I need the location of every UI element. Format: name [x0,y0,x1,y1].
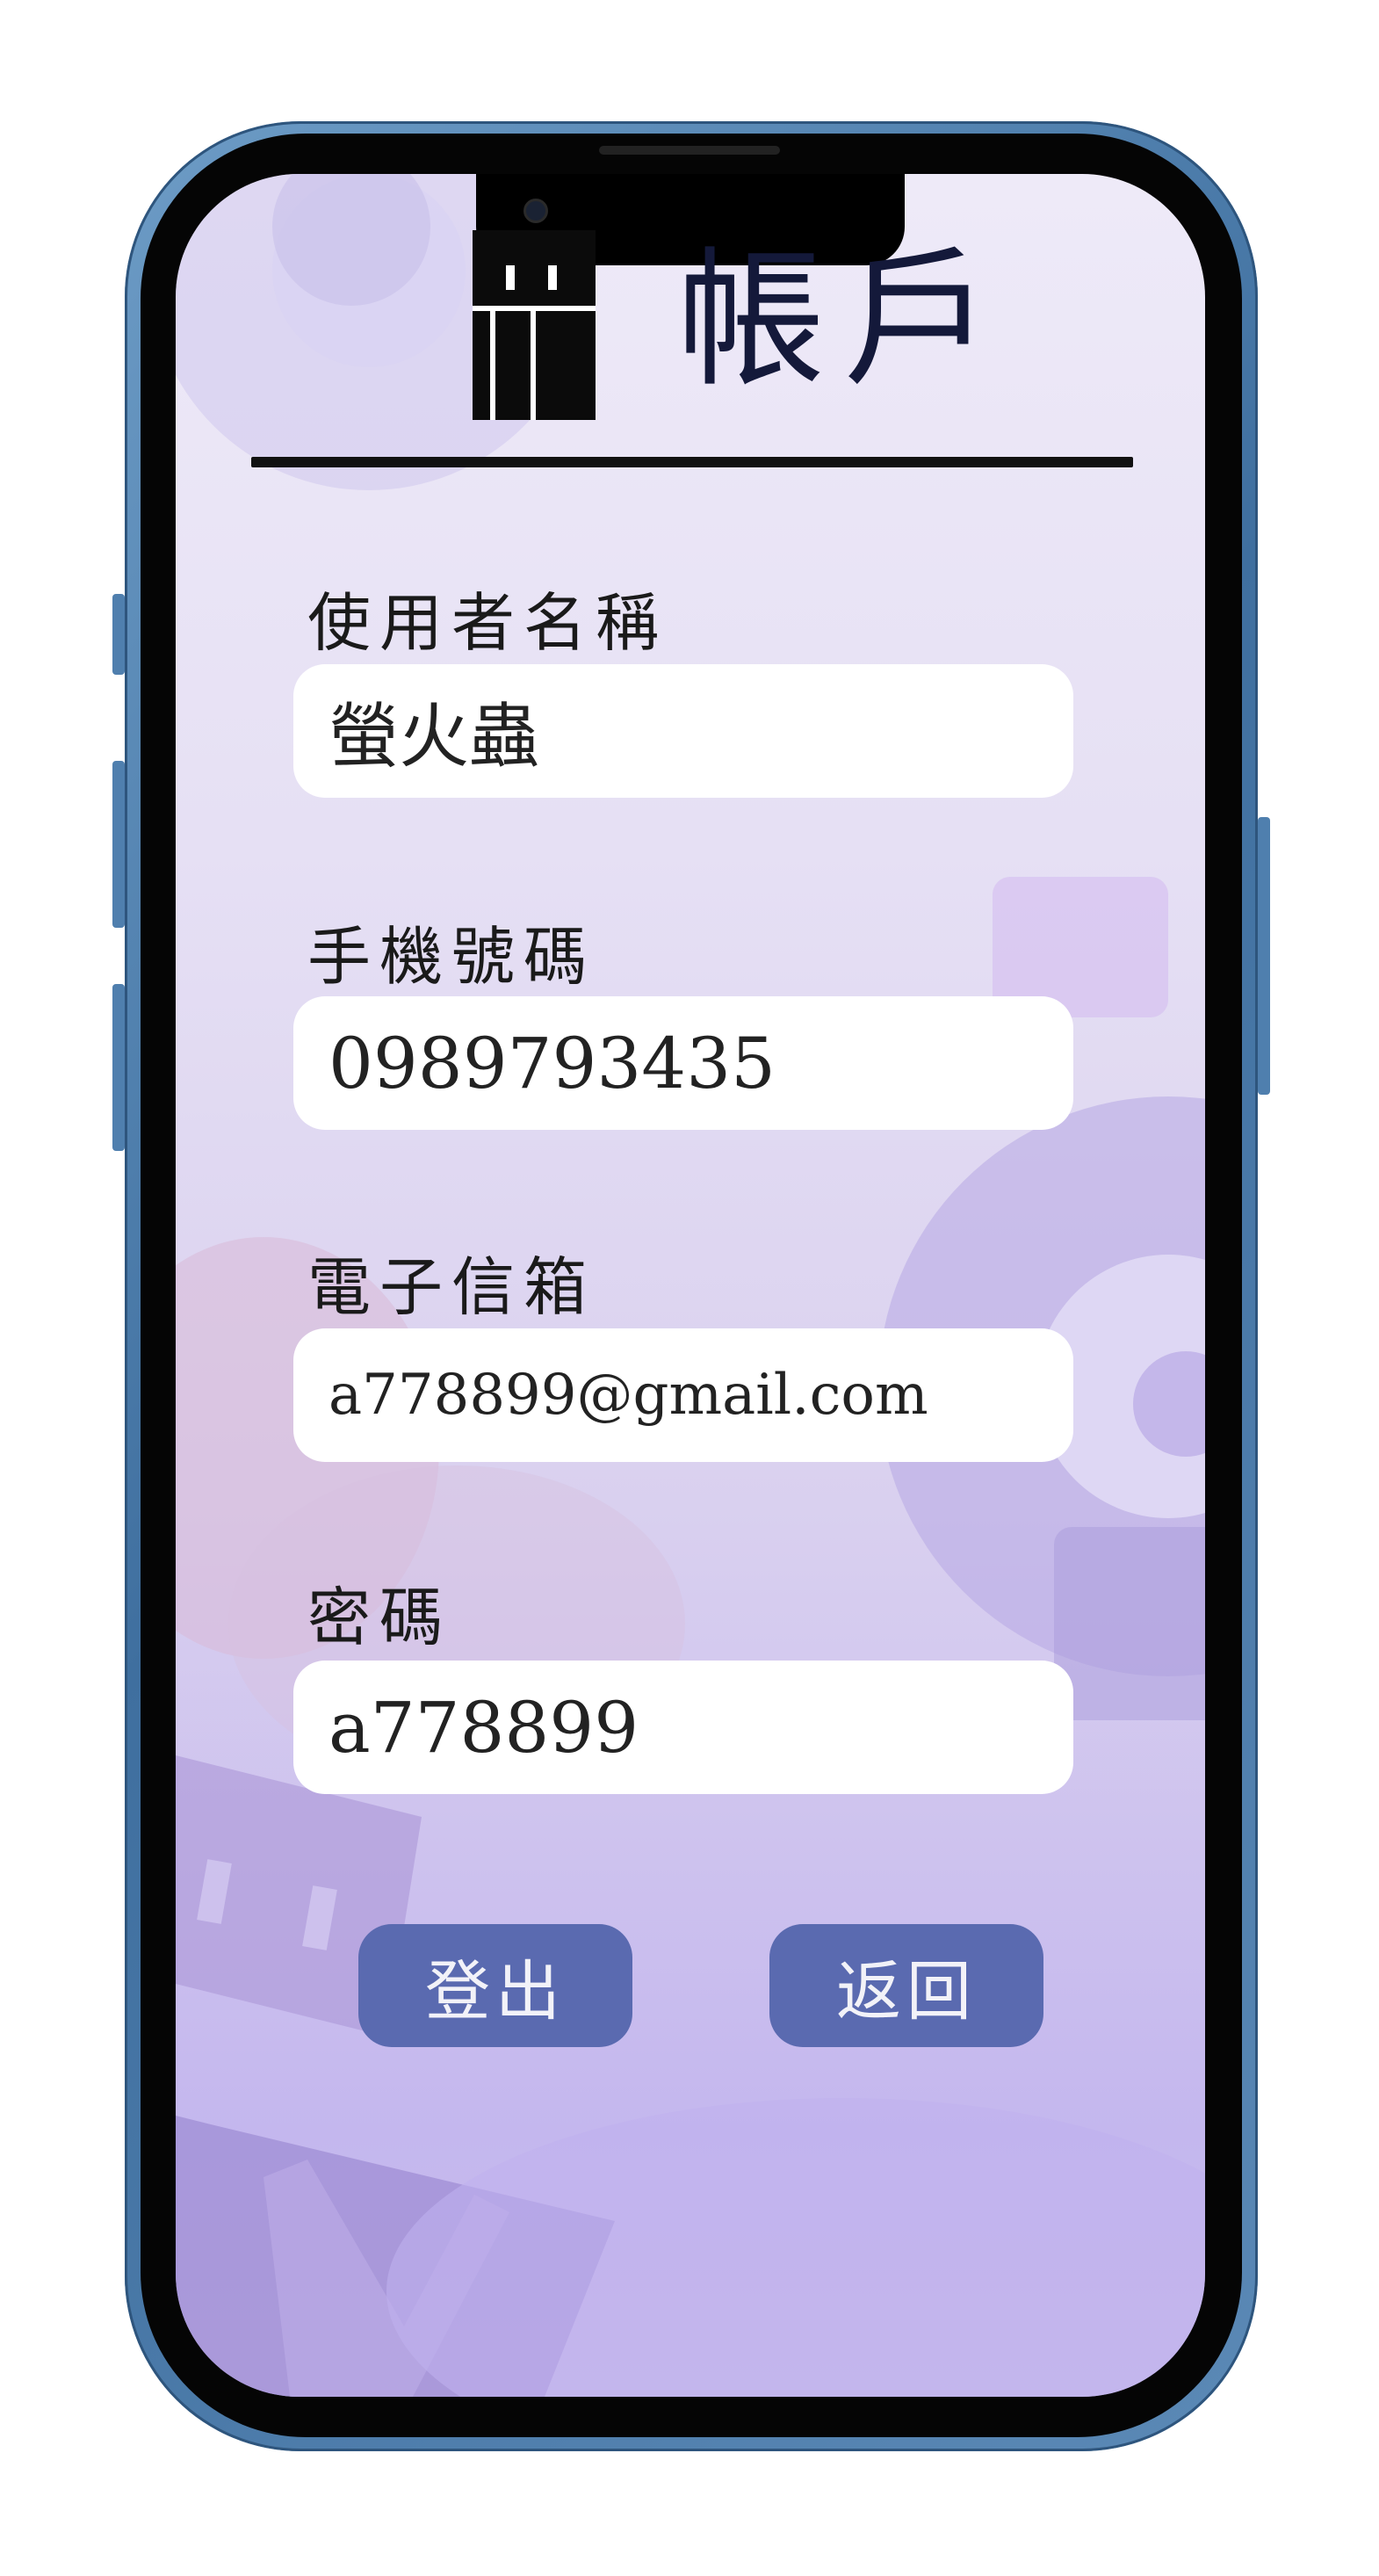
title-divider [251,457,1133,467]
page-title: 帳戶 [676,234,1011,408]
phone-field[interactable]: 0989793435 [293,996,1073,1130]
volume-down-button [112,984,125,1151]
password-label: 密碼 [307,1581,452,1654]
email-label: 電子信箱 [307,1250,596,1324]
password-field[interactable]: a778899 [293,1661,1073,1794]
speaker-grille [599,146,780,155]
email-field[interactable]: a778899@gmail.com [293,1328,1073,1462]
username-field[interactable]: 螢火蟲 [293,664,1073,798]
front-camera [523,199,548,223]
power-button [1258,817,1270,1095]
logout-button[interactable]: 登出 [358,1924,632,2047]
account-icon [473,230,596,420]
volume-up-button [112,761,125,928]
mute-switch [112,594,125,675]
back-button[interactable]: 返回 [769,1924,1043,2047]
username-label: 使用者名稱 [307,586,668,660]
phone-label: 手機號碼 [307,920,596,994]
